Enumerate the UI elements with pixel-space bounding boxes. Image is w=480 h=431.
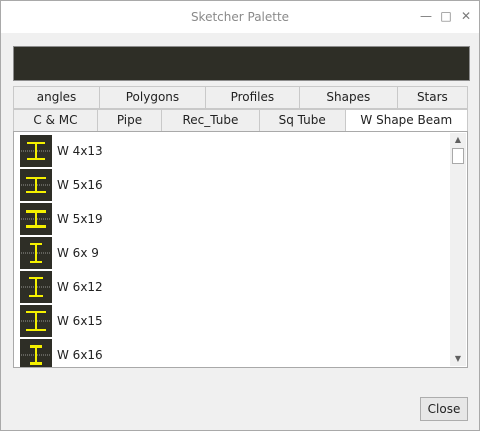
tab-polygons[interactable]: Polygons	[100, 87, 206, 108]
list-item[interactable]: W 4x13	[20, 135, 103, 167]
close-button[interactable]: Close	[420, 397, 468, 421]
tab-pipe[interactable]: Pipe	[98, 110, 163, 131]
w-beam-thumbnail-icon	[20, 271, 52, 303]
list-item-label: W 5x19	[57, 212, 103, 226]
list-item-label: W 4x13	[57, 144, 103, 158]
tab-profiles[interactable]: Profiles	[206, 87, 300, 108]
tab-sq-tube[interactable]: Sq Tube	[260, 110, 346, 131]
close-window-icon[interactable]: ✕	[459, 9, 473, 23]
tab-row-2: C & MC Pipe Rec_Tube Sq Tube W Shape Bea…	[13, 109, 468, 132]
title-bar[interactable]: Sketcher Palette — □ ✕	[1, 1, 479, 33]
w-beam-thumbnail-icon	[20, 305, 52, 337]
tab-w-shape-beam[interactable]: W Shape Beam	[345, 110, 467, 131]
list-scrollbar[interactable]: ▲ ▼	[450, 133, 466, 366]
list-item-label: W 6x12	[57, 280, 103, 294]
tab-shapes[interactable]: Shapes	[300, 87, 398, 108]
w-beam-thumbnail-icon	[20, 135, 52, 167]
w-beam-thumbnail-icon	[20, 203, 52, 235]
scroll-down-arrow-icon[interactable]: ▼	[450, 352, 466, 366]
list-item-label: W 6x15	[57, 314, 103, 328]
list-item[interactable]: W 6x 9	[20, 237, 99, 269]
shape-list[interactable]: W 4x13 W 5x16 W 5x19 W 6x 9 W 6x12 W 6x1…	[13, 131, 468, 368]
tab-c-mc[interactable]: C & MC	[14, 110, 98, 131]
list-item-label: W 6x16	[57, 348, 103, 362]
scrollbar-thumb[interactable]	[452, 148, 464, 164]
shape-preview-area	[13, 46, 470, 81]
w-beam-thumbnail-icon	[20, 339, 52, 367]
list-item[interactable]: W 5x19	[20, 203, 103, 235]
tab-stars[interactable]: Stars	[398, 87, 467, 108]
w-beam-thumbnail-icon	[20, 169, 52, 201]
tab-rec-tube[interactable]: Rec_Tube	[162, 110, 260, 131]
list-item[interactable]: W 6x15	[20, 305, 103, 337]
w-beam-thumbnail-icon	[20, 237, 52, 269]
minimize-icon[interactable]: —	[419, 9, 433, 23]
list-item-label: W 6x 9	[57, 246, 99, 260]
window-title: Sketcher Palette	[190, 10, 290, 24]
tab-angles[interactable]: angles	[14, 87, 101, 108]
list-item-label: W 5x16	[57, 178, 103, 192]
list-item[interactable]: W 6x12	[20, 271, 103, 303]
tab-row-1: angles Polygons Profiles Shapes Stars	[13, 86, 468, 109]
scroll-up-arrow-icon[interactable]: ▲	[450, 133, 466, 147]
maximize-icon[interactable]: □	[439, 9, 453, 23]
sketcher-palette-window: Sketcher Palette — □ ✕ angles Polygons P…	[0, 0, 480, 431]
list-item[interactable]: W 5x16	[20, 169, 103, 201]
list-item[interactable]: W 6x16	[20, 339, 103, 367]
